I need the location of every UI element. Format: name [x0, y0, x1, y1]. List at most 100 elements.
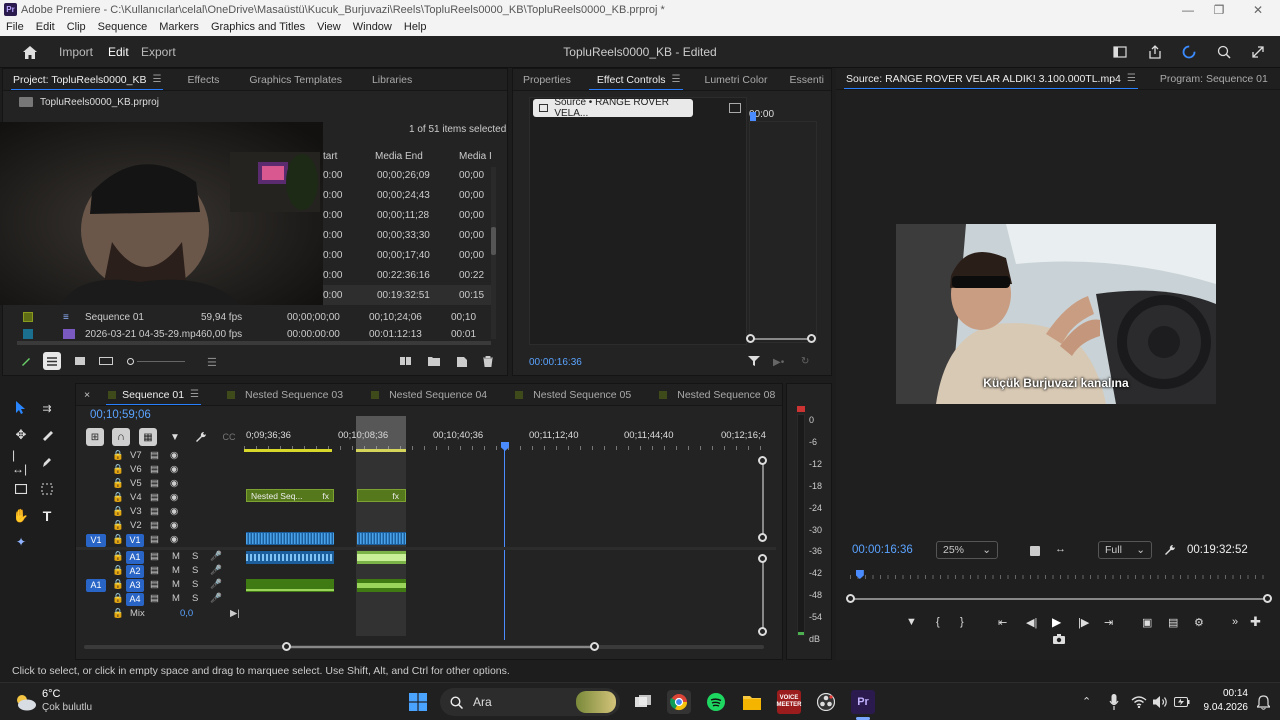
sync-lock-icon[interactable]: ▤ [150, 520, 159, 531]
tab-effect-controls[interactable]: Effect Controls ☰ [581, 69, 691, 90]
microphone-icon[interactable]: 🎤 [210, 579, 222, 590]
notification-bell-icon[interactable] [1254, 693, 1272, 711]
insert-sequence-nest-icon[interactable]: ⊞ [86, 428, 104, 446]
quality-dropdown[interactable]: Full ⌄ [1098, 541, 1152, 559]
tab-graphics-templates[interactable]: Graphics Templates [229, 69, 352, 90]
menu-window[interactable]: Window [347, 20, 398, 36]
tab-nested-sequence-08[interactable]: Nested Sequence 08 [641, 384, 782, 405]
track-target-a1[interactable]: A1 [126, 551, 144, 564]
filter-icon[interactable] [747, 354, 761, 368]
sync-lock-icon[interactable]: ▤ [150, 551, 159, 562]
tab-program-monitor[interactable]: Program: Sequence 01 [1146, 68, 1278, 89]
transform-tool-icon[interactable] [38, 480, 56, 498]
fullscreen-icon[interactable] [1248, 42, 1268, 62]
insert-icon[interactable]: ▣ [1142, 616, 1152, 629]
microphone-icon[interactable]: 🎤 [210, 565, 222, 576]
effect-zoom-bar[interactable] [746, 334, 816, 343]
solo-button[interactable]: S [192, 579, 198, 590]
table-row[interactable]: 0:00 00;00;11;28 00;00 [323, 205, 491, 225]
track-target-v1[interactable]: V1 [126, 534, 144, 547]
source-clip-selector[interactable]: Source • RANGE ROVER VELA... [533, 97, 693, 119]
windows-start-icon[interactable] [406, 690, 430, 714]
list-item-sequence[interactable]: ≡ Sequence 01 59,94 fps 00;00;00;00 00;1… [17, 307, 491, 327]
more-controls-icon[interactable]: » [1232, 616, 1238, 628]
share-icon[interactable] [1145, 42, 1165, 62]
close-button[interactable]: ✕ [1250, 2, 1266, 18]
track-select-tool-icon[interactable]: ⇉ [38, 399, 56, 417]
nested-sequence-clip[interactable]: fx [357, 489, 406, 502]
add-button-icon[interactable]: ✚ [1250, 614, 1261, 630]
effect-timecode[interactable]: 00:00:16:36 [529, 357, 582, 368]
chrome-icon[interactable] [667, 690, 691, 714]
label-color-swatch[interactable] [23, 329, 33, 339]
sync-lock-icon[interactable]: ▤ [150, 534, 159, 545]
video-audio-divider[interactable] [76, 547, 776, 550]
eye-icon[interactable]: ◉ [170, 506, 178, 517]
sync-lock-icon[interactable]: ▤ [150, 464, 159, 475]
mute-button[interactable]: M [172, 565, 180, 576]
menu-markers[interactable]: Markers [153, 20, 205, 36]
list-view-button[interactable] [43, 352, 61, 370]
weather-desc[interactable]: Çok bulutlu [42, 702, 92, 713]
taskbar-search-box[interactable]: Ara [440, 688, 620, 716]
eye-icon[interactable]: ◉ [170, 478, 178, 489]
tab-source-monitor[interactable]: Source: RANGE ROVER VELAR ALDIK! 3.100.0… [836, 68, 1146, 89]
progress-icon[interactable] [1179, 42, 1199, 62]
audio-clip-a1[interactable] [246, 551, 334, 564]
video-track-scrollbar[interactable] [758, 456, 767, 542]
zoom-slider[interactable] [127, 358, 187, 365]
toggle-timeline-icon[interactable] [729, 103, 741, 113]
magic-tool-icon[interactable]: ✦ [12, 533, 30, 551]
spotify-icon[interactable] [705, 691, 727, 713]
battery-charging-icon[interactable] [1173, 693, 1191, 711]
timeline-range-handle[interactable] [356, 416, 406, 452]
mute-button[interactable]: M [172, 551, 180, 562]
tab-lumetri-color[interactable]: Lumetri Color [691, 69, 778, 90]
sync-lock-icon[interactable]: ▤ [150, 565, 159, 576]
lock-icon[interactable]: 🔒 [112, 520, 124, 531]
effect-playhead[interactable] [750, 112, 756, 121]
tab-effects[interactable]: Effects [171, 69, 229, 90]
go-to-end-icon[interactable]: ▶| [230, 608, 240, 619]
lock-icon[interactable]: 🔒 [112, 593, 124, 604]
project-scrollbar[interactable] [491, 167, 496, 339]
menu-clip[interactable]: Clip [61, 20, 92, 36]
sync-lock-icon[interactable]: ▤ [150, 478, 159, 489]
home-icon[interactable] [20, 42, 40, 62]
source-time-ruler[interactable] [850, 568, 1268, 588]
sort-icon[interactable]: ☰ [207, 356, 217, 369]
mute-button[interactable]: M [172, 593, 180, 604]
tab-nested-sequence-04[interactable]: Nested Sequence 04 [353, 384, 497, 405]
nested-sequence-clip[interactable]: Nested Seq... fx [246, 489, 334, 502]
slip-tool-icon[interactable]: |↔| [12, 448, 30, 476]
premiere-taskbar-icon[interactable]: Pr [851, 690, 875, 714]
file-explorer-icon[interactable] [741, 691, 763, 713]
snap-icon[interactable]: ∩ [112, 428, 130, 446]
sync-lock-icon[interactable]: ▤ [150, 450, 159, 461]
microphone-icon[interactable] [1106, 693, 1122, 711]
mute-button[interactable]: M [172, 579, 180, 590]
mark-in-icon[interactable]: { [936, 616, 940, 628]
table-row-selected[interactable]: 0:00 00:19:32:51 00:15 [323, 285, 491, 305]
export-frame-settings-icon[interactable]: ⚙ [1194, 616, 1204, 629]
panel-layout-icon[interactable] [1110, 42, 1130, 62]
track-target-a2[interactable]: A2 [126, 565, 144, 578]
source-video-frame[interactable]: Küçük Burjuvazi kanalına [896, 224, 1216, 404]
eye-icon[interactable]: ◉ [170, 534, 178, 545]
wifi-icon[interactable] [1130, 693, 1148, 711]
source-patch-a1[interactable]: A1 [86, 579, 106, 592]
audio-track-scrollbar[interactable] [758, 554, 767, 636]
eye-icon[interactable]: ◉ [170, 464, 178, 475]
maximize-button[interactable]: ❐ [1211, 2, 1227, 18]
microphone-icon[interactable]: 🎤 [210, 551, 222, 562]
audio-clip-a1[interactable] [357, 551, 406, 564]
sync-lock-icon[interactable]: ▤ [150, 506, 159, 517]
audio-clip-a3[interactable] [246, 579, 334, 592]
table-row[interactable]: 0:00 00;00;26;09 00;00 [323, 165, 491, 185]
solo-button[interactable]: S [192, 565, 198, 576]
automate-icon[interactable] [399, 355, 413, 367]
tab-properties[interactable]: Properties [513, 69, 581, 90]
lock-icon[interactable]: 🔒 [112, 478, 124, 489]
clock-time[interactable]: 00:14 [1200, 688, 1248, 699]
safe-margins-icon[interactable] [1030, 546, 1040, 556]
